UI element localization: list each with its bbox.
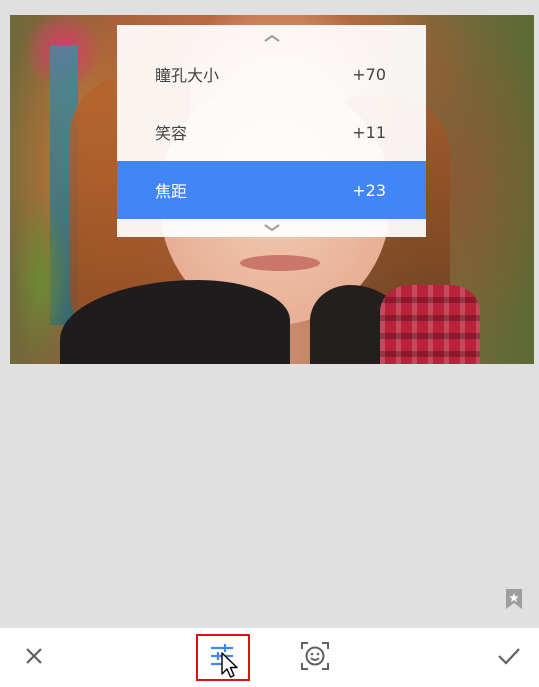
photo-lips bbox=[240, 255, 320, 271]
mouse-cursor-icon bbox=[220, 652, 240, 680]
bookmark-star-icon[interactable] bbox=[504, 588, 524, 610]
apply-button[interactable] bbox=[484, 628, 534, 687]
photo-plaid-shirt bbox=[380, 285, 480, 364]
menu-item-label: 笑容 bbox=[155, 124, 188, 143]
menu-item-value: +70 bbox=[352, 64, 386, 84]
face-detect-icon bbox=[300, 641, 330, 675]
close-button[interactable] bbox=[9, 628, 59, 687]
face-detect-button[interactable] bbox=[290, 628, 340, 687]
menu-item-label: 瞳孔大小 bbox=[155, 66, 220, 85]
menu-item-value: +11 bbox=[352, 122, 386, 142]
bottom-toolbar bbox=[0, 628, 539, 687]
menu-item-focal-length[interactable]: 焦距 +23 bbox=[117, 161, 426, 219]
close-icon bbox=[24, 646, 44, 670]
check-icon bbox=[497, 646, 521, 670]
chevron-down-icon[interactable] bbox=[117, 219, 426, 237]
menu-item-pupil-size[interactable]: 瞳孔大小 +70 bbox=[117, 45, 426, 103]
menu-item-value: +23 bbox=[352, 180, 386, 200]
menu-item-smile[interactable]: 笑容 +11 bbox=[117, 103, 426, 161]
menu-item-label: 焦距 bbox=[155, 182, 188, 201]
adjustment-menu: 瞳孔大小 +70 笑容 +11 焦距 +23 bbox=[117, 25, 426, 237]
